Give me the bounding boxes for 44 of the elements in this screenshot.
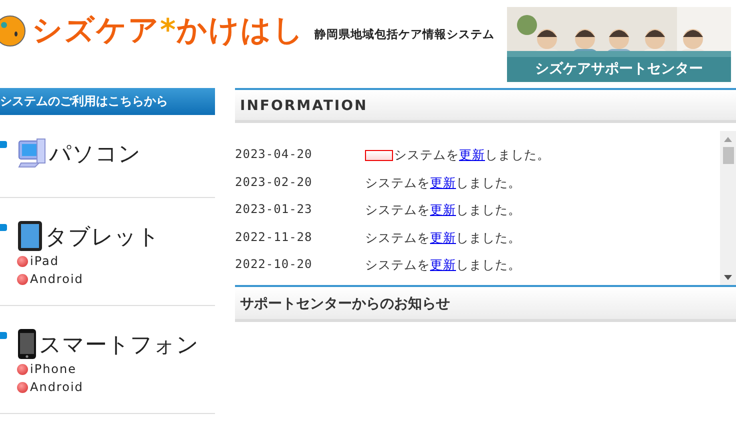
device-link[interactable]: スマートフォン — [39, 330, 199, 360]
bullet-icon — [17, 382, 28, 392]
news-date: 2022-11-28 — [235, 230, 314, 246]
news-date: 2023-01-23 — [235, 202, 314, 218]
smartphone-icon — [17, 328, 37, 360]
update-link[interactable]: 更新 — [430, 174, 456, 190]
update-link[interactable]: 更新 — [430, 202, 456, 217]
news-text: システムを更新 しました。 — [365, 230, 521, 244]
platform-link[interactable]: iPad — [30, 254, 60, 268]
scroll-up-icon — [724, 137, 732, 143]
news-text: システムを更新 しました。 — [365, 202, 521, 217]
update-link[interactable]: 更新 — [430, 257, 456, 272]
sidebar-heading: システムのご利用はこちらから — [0, 88, 215, 115]
update-link[interactable]: 更新 — [459, 147, 485, 162]
platform-link[interactable]: iPhone — [30, 362, 77, 376]
bullet-icon — [0, 141, 7, 148]
scroll-down-icon — [724, 275, 732, 281]
bullet-icon — [17, 274, 28, 284]
scroll-thumb[interactable] — [722, 147, 734, 164]
bullet-icon — [0, 332, 7, 339]
support-heading: サポートセンターからのお知らせ — [235, 285, 736, 322]
device-link[interactable]: パソコン — [49, 139, 141, 169]
bullet-icon — [17, 364, 28, 374]
news-text: システムを更新 しました。 — [365, 257, 521, 272]
update-link[interactable]: 更新 — [430, 230, 456, 244]
logo-text: シズケア*かけはし — [32, 12, 305, 50]
news-date: 2023-04-20 — [235, 147, 314, 163]
information-heading: INFORMATION — [235, 88, 736, 123]
platform-link[interactable]: Android — [30, 380, 84, 394]
bullet-icon — [0, 224, 7, 231]
news-date: 2022-10-20 — [235, 257, 314, 273]
support-banner[interactable]: シズケアサポートセンター — [507, 7, 731, 82]
banner-caption: シズケアサポートセンター — [534, 60, 704, 78]
scrollbar[interactable] — [720, 131, 736, 285]
site-subtitle: 静岡県地域包括ケア情報システム — [314, 27, 495, 42]
tablet-icon — [17, 220, 43, 252]
fruit-logo-icon — [0, 14, 26, 46]
bullet-icon — [17, 256, 28, 266]
news-text: システムを更新 しました。 — [394, 147, 550, 162]
device-link[interactable]: タブレット — [45, 222, 160, 252]
computer-icon — [17, 137, 47, 169]
news-date: 2023-02-20 — [235, 174, 314, 190]
platform-link[interactable]: Android — [30, 272, 84, 286]
news-text: システムを更新 しました。 — [365, 174, 521, 190]
